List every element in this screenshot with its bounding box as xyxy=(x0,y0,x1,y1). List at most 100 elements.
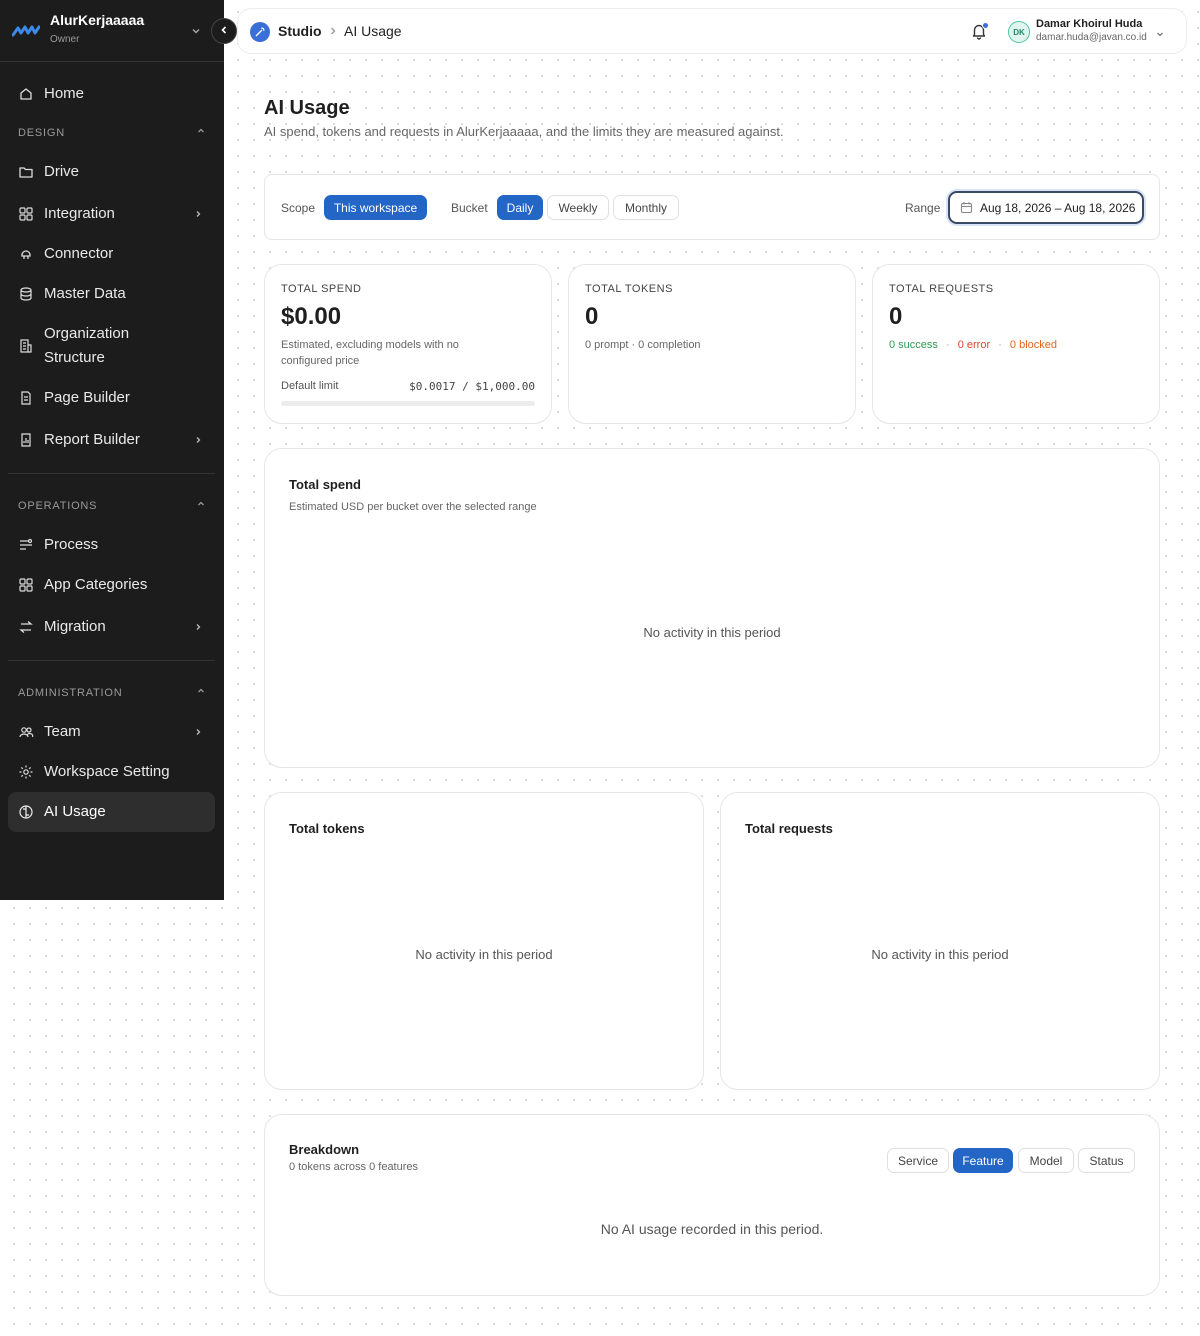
sidebar-item-label: Master Data xyxy=(44,285,126,302)
stat-label: TOTAL REQUESTS xyxy=(889,283,994,295)
chart-title: Total requests xyxy=(745,821,833,836)
sidebar-item-label: Team xyxy=(44,723,81,740)
sidebar-item-connector[interactable]: Connector xyxy=(8,234,215,274)
sidebar-item-label: Integration xyxy=(44,205,115,222)
total-requests-chart: Total requests No activity in this perio… xyxy=(720,792,1160,1090)
scope-select[interactable]: This workspace xyxy=(324,195,427,220)
bucket-monthly-button[interactable]: Monthly xyxy=(613,195,679,220)
chart-title: Total tokens xyxy=(289,821,365,836)
error-count: 0 error xyxy=(957,339,991,351)
date-range-picker[interactable]: Aug 18, 2026 – Aug 18, 2026 xyxy=(948,191,1144,224)
notification-dot xyxy=(982,22,989,29)
total-spend-card: TOTAL SPEND $0.00 Estimated, excluding m… xyxy=(264,264,552,424)
section-administration[interactable]: ADMINISTRATION xyxy=(18,686,206,699)
plug-icon xyxy=(18,246,34,262)
building-icon xyxy=(18,338,34,354)
section-label: OPERATIONS xyxy=(18,499,98,512)
sidebar-item-integration[interactable]: Integration xyxy=(8,194,215,234)
process-icon xyxy=(18,537,34,553)
chevron-up-icon xyxy=(196,686,206,699)
workspace-logo xyxy=(11,24,41,43)
sidebar-divider xyxy=(8,660,215,661)
report-icon xyxy=(18,432,34,448)
sidebar-item-label: Migration xyxy=(44,618,106,635)
breadcrumb-studio[interactable]: Studio xyxy=(278,23,322,39)
stat-label: TOTAL SPEND xyxy=(281,283,362,295)
chevron-down-icon[interactable] xyxy=(1155,26,1165,44)
filter-bar: Scope This workspace Bucket Daily Weekly… xyxy=(264,174,1160,240)
studio-icon xyxy=(250,22,270,42)
success-count: 0 success xyxy=(889,339,938,351)
sidebar-item-home[interactable]: Home xyxy=(8,74,215,114)
folder-icon xyxy=(18,164,34,180)
chevron-down-icon xyxy=(190,24,202,42)
sidebar-item-label: Home xyxy=(44,85,85,102)
empty-state: No activity in this period xyxy=(643,625,781,640)
requests-status-summary: 0 success · 0 error · 0 blocked xyxy=(889,337,1057,353)
bucket-daily-button[interactable]: Daily xyxy=(497,195,543,220)
user-name[interactable]: Damar Khoirul Huda xyxy=(1036,18,1142,30)
workspace-name: AlurKerjaaaaa xyxy=(50,12,145,28)
tab-feature[interactable]: Feature xyxy=(953,1148,1013,1173)
workspace-switcher[interactable]: AlurKerjaaaaa Owner xyxy=(0,0,224,62)
breakdown-card: Breakdown 0 tokens across 0 features Ser… xyxy=(264,1114,1160,1296)
sidebar-item-workspace-setting[interactable]: Workspace Setting xyxy=(8,752,215,792)
chevron-right-icon xyxy=(328,24,338,42)
page-title: AI Usage xyxy=(264,97,350,119)
grid-icon xyxy=(18,577,34,593)
tab-service[interactable]: Service xyxy=(887,1148,949,1173)
total-spend-value: $0.00 xyxy=(281,303,342,330)
workspace-role: Owner xyxy=(50,34,80,45)
scope-label: Scope xyxy=(281,201,316,215)
collapse-sidebar-button[interactable] xyxy=(211,18,237,44)
chevron-right-icon xyxy=(193,435,203,445)
sidebar-item-label: App Categories xyxy=(44,576,148,593)
tab-model[interactable]: Model xyxy=(1018,1148,1074,1173)
breakdown-subtitle: 0 tokens across 0 features xyxy=(289,1161,419,1173)
tab-status[interactable]: Status xyxy=(1078,1148,1135,1173)
sidebar-item-report-builder[interactable]: Report Builder xyxy=(8,420,215,460)
sidebar-item-label: Organization Structure xyxy=(44,325,130,366)
calendar-icon xyxy=(960,201,973,214)
separator: · xyxy=(998,339,1002,351)
sidebar-item-drive[interactable]: Drive xyxy=(8,152,215,192)
sidebar-item-ai-usage[interactable]: AI Usage xyxy=(8,792,215,832)
total-requests-value: 0 xyxy=(889,303,903,330)
empty-state: No AI usage recorded in this period. xyxy=(600,1221,824,1237)
total-tokens-chart: Total tokens No activity in this period xyxy=(264,792,704,1090)
sidebar-item-master-data[interactable]: Master Data xyxy=(8,274,215,314)
chevron-right-icon xyxy=(193,622,203,632)
sidebar-item-page-builder[interactable]: Page Builder xyxy=(8,378,215,418)
sidebar-item-migration[interactable]: Migration xyxy=(8,607,215,647)
sidebar-item-label: Report Builder xyxy=(44,431,140,448)
section-label: DESIGN xyxy=(18,126,65,139)
empty-state: No activity in this period xyxy=(415,947,553,962)
arrows-swap-icon xyxy=(18,619,34,635)
sidebar-item-organization-structure[interactable]: Organization Structure xyxy=(8,318,215,374)
total-tokens-value: 0 xyxy=(585,303,599,330)
home-icon xyxy=(18,86,34,102)
chevron-left-icon xyxy=(219,22,229,40)
chevron-right-icon xyxy=(193,727,203,737)
sidebar-item-label: AI Usage xyxy=(44,803,106,820)
sidebar-item-process[interactable]: Process xyxy=(8,525,215,565)
sidebar-item-label: Workspace Setting xyxy=(44,763,170,780)
section-operations[interactable]: OPERATIONS xyxy=(18,499,206,512)
sidebar-divider xyxy=(8,473,215,474)
total-requests-card: TOTAL REQUESTS 0 0 success · 0 error · 0… xyxy=(872,264,1160,424)
blocked-count: 0 blocked xyxy=(1009,339,1058,351)
total-tokens-card: TOTAL TOKENS 0 0 prompt · 0 completion xyxy=(568,264,856,424)
sidebar-item-team[interactable]: Team xyxy=(8,712,215,752)
sidebar-item-app-categories[interactable]: App Categories xyxy=(8,565,215,605)
bucket-weekly-button[interactable]: Weekly xyxy=(547,195,609,220)
separator: · xyxy=(945,339,950,351)
limit-progress-track xyxy=(281,401,535,406)
sidebar-item-label: Process xyxy=(44,536,99,553)
section-design[interactable]: DESIGN xyxy=(18,126,206,139)
grid-icon xyxy=(18,206,34,222)
chevron-right-icon xyxy=(193,209,203,219)
breadcrumb-current: AI Usage xyxy=(344,23,402,39)
date-range-value: Aug 18, 2026 – Aug 18, 2026 xyxy=(980,200,1136,215)
empty-state: No activity in this period xyxy=(871,947,1009,962)
avatar[interactable]: DK xyxy=(1008,21,1030,43)
